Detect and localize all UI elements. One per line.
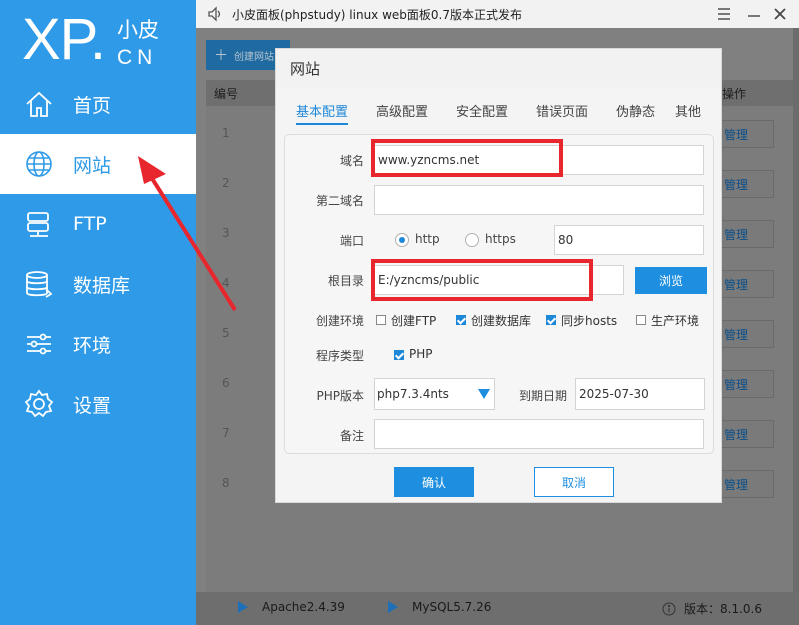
create-db-checkbox[interactable] (456, 315, 466, 325)
manage-button[interactable]: 管理 (714, 120, 774, 148)
dropdown-arrow-icon (478, 389, 490, 399)
globe-icon (24, 149, 54, 179)
php-checkbox[interactable] (394, 350, 404, 360)
create-env-label: 创建环境 (315, 314, 364, 328)
annotation-box (371, 259, 593, 301)
tab-rewrite[interactable]: 伪静态 (616, 101, 655, 120)
mysql-status[interactable]: MySQL5.7.26 (388, 600, 491, 614)
sidebar-item-settings[interactable]: 设置 (0, 374, 196, 434)
logo-cn-en: CN (117, 46, 158, 69)
annotation-box (371, 139, 563, 177)
sidebar-item-environment[interactable]: 环境 (0, 314, 196, 374)
logo-cn-zh: 小皮 (117, 18, 159, 42)
title-bar: 小皮面板(phpstudy) linux web面板0.7版本正式发布 (196, 0, 799, 28)
create-db-label: 创建数据库 (471, 314, 532, 328)
plus-icon: ＋ (214, 48, 228, 64)
sidebar-item-label: 环境 (73, 334, 112, 357)
version-info: 版本：8.1.0.6 (662, 600, 762, 617)
dialog-title: 网站 (276, 49, 721, 89)
expire-date-label: 到期日期 (518, 389, 567, 403)
manage-button[interactable]: 管理 (714, 420, 774, 448)
gear-icon (24, 389, 54, 419)
play-icon (238, 601, 248, 613)
http-label: http (415, 232, 440, 246)
row-number: 8 (222, 476, 230, 490)
production-label: 生产环境 (651, 314, 700, 328)
logo: XP. 小皮 CN (22, 8, 192, 72)
website-dialog: 网站 基本配置 高级配置 安全配置 错误页面 伪静态 其他 域名 www.yzn… (275, 48, 722, 503)
second-domain-label: 第二域名 (315, 194, 364, 208)
sliders-icon (24, 329, 54, 359)
port-input[interactable]: 80 (554, 225, 704, 255)
column-header-id: 编号 (214, 87, 239, 101)
domain-label: 域名 (339, 154, 364, 168)
root-label: 根目录 (327, 274, 364, 288)
tab-advanced[interactable]: 高级配置 (376, 101, 428, 120)
status-bar: Apache2.4.39 MySQL5.7.26 版本：8.1.0.6 (196, 592, 799, 625)
apache-status[interactable]: Apache2.4.39 (238, 600, 345, 614)
basic-config-form: 域名 www.yzncms.net 第二域名 端口 http https 80 … (284, 134, 714, 454)
cancel-button[interactable]: 取消 (534, 467, 614, 497)
sidebar-item-label: 数据库 (73, 274, 131, 297)
speaker-icon (208, 6, 221, 22)
row-number: 7 (222, 426, 230, 440)
manage-button[interactable]: 管理 (714, 170, 774, 198)
minimize-icon[interactable] (744, 4, 764, 24)
sync-hosts-label: 同步hosts (561, 314, 618, 328)
manage-button[interactable]: 管理 (714, 270, 774, 298)
sidebar-item-label: 设置 (73, 394, 112, 417)
info-icon (662, 602, 676, 615)
sidebar-item-label: FTP (73, 213, 107, 235)
menu-icon[interactable] (714, 4, 734, 24)
manage-button[interactable]: 管理 (714, 320, 774, 348)
column-header-operation: 操作 (722, 87, 747, 101)
manage-button[interactable]: 管理 (714, 220, 774, 248)
program-type-label: 程序类型 (315, 349, 364, 363)
tab-security[interactable]: 安全配置 (456, 101, 508, 120)
annotation-arrow (138, 156, 237, 312)
sidebar-item-label: 首页 (73, 94, 112, 117)
php-version-label: PHP版本 (316, 389, 365, 403)
php-label: PHP (409, 347, 433, 361)
expire-date-input[interactable]: 2025-07-30 (575, 378, 705, 410)
http-radio[interactable] (395, 233, 409, 247)
create-ftp-label: 创建FTP (391, 314, 437, 328)
row-number: 6 (222, 376, 230, 390)
sidebar-item-home[interactable]: 首页 (0, 74, 196, 134)
database-icon (24, 269, 54, 299)
manage-button[interactable]: 管理 (714, 470, 774, 498)
close-icon[interactable] (770, 4, 790, 24)
dialog-tabs: 基本配置 高级配置 安全配置 错误页面 伪静态 其他 (296, 101, 716, 127)
scrollbar[interactable] (793, 28, 799, 592)
sync-hosts-checkbox[interactable] (546, 315, 556, 325)
logo-xp: XP. (22, 7, 106, 72)
browse-button[interactable]: 浏览 (635, 267, 707, 294)
home-icon (24, 89, 54, 119)
window-title: 小皮面板(phpstudy) linux web面板0.7版本正式发布 (232, 7, 522, 22)
tab-other[interactable]: 其他 (675, 101, 701, 120)
php-version-select[interactable]: php7.3.4nts (374, 378, 495, 410)
https-radio[interactable] (465, 233, 479, 247)
row-number: 5 (222, 326, 230, 340)
play-icon (388, 601, 398, 613)
tab-error-pages[interactable]: 错误页面 (536, 101, 588, 120)
confirm-button[interactable]: 确认 (394, 467, 474, 497)
row-number: 1 (222, 126, 230, 140)
port-label: 端口 (339, 234, 364, 248)
second-domain-input[interactable] (374, 185, 704, 215)
create-ftp-checkbox[interactable] (376, 315, 386, 325)
tab-basic[interactable]: 基本配置 (296, 101, 349, 125)
manage-button[interactable]: 管理 (714, 370, 774, 398)
note-input[interactable] (374, 419, 704, 449)
sidebar-item-label: 网站 (73, 154, 112, 177)
note-label: 备注 (339, 429, 364, 443)
production-checkbox[interactable] (636, 315, 646, 325)
https-label: https (485, 232, 516, 246)
server-icon (24, 209, 54, 239)
